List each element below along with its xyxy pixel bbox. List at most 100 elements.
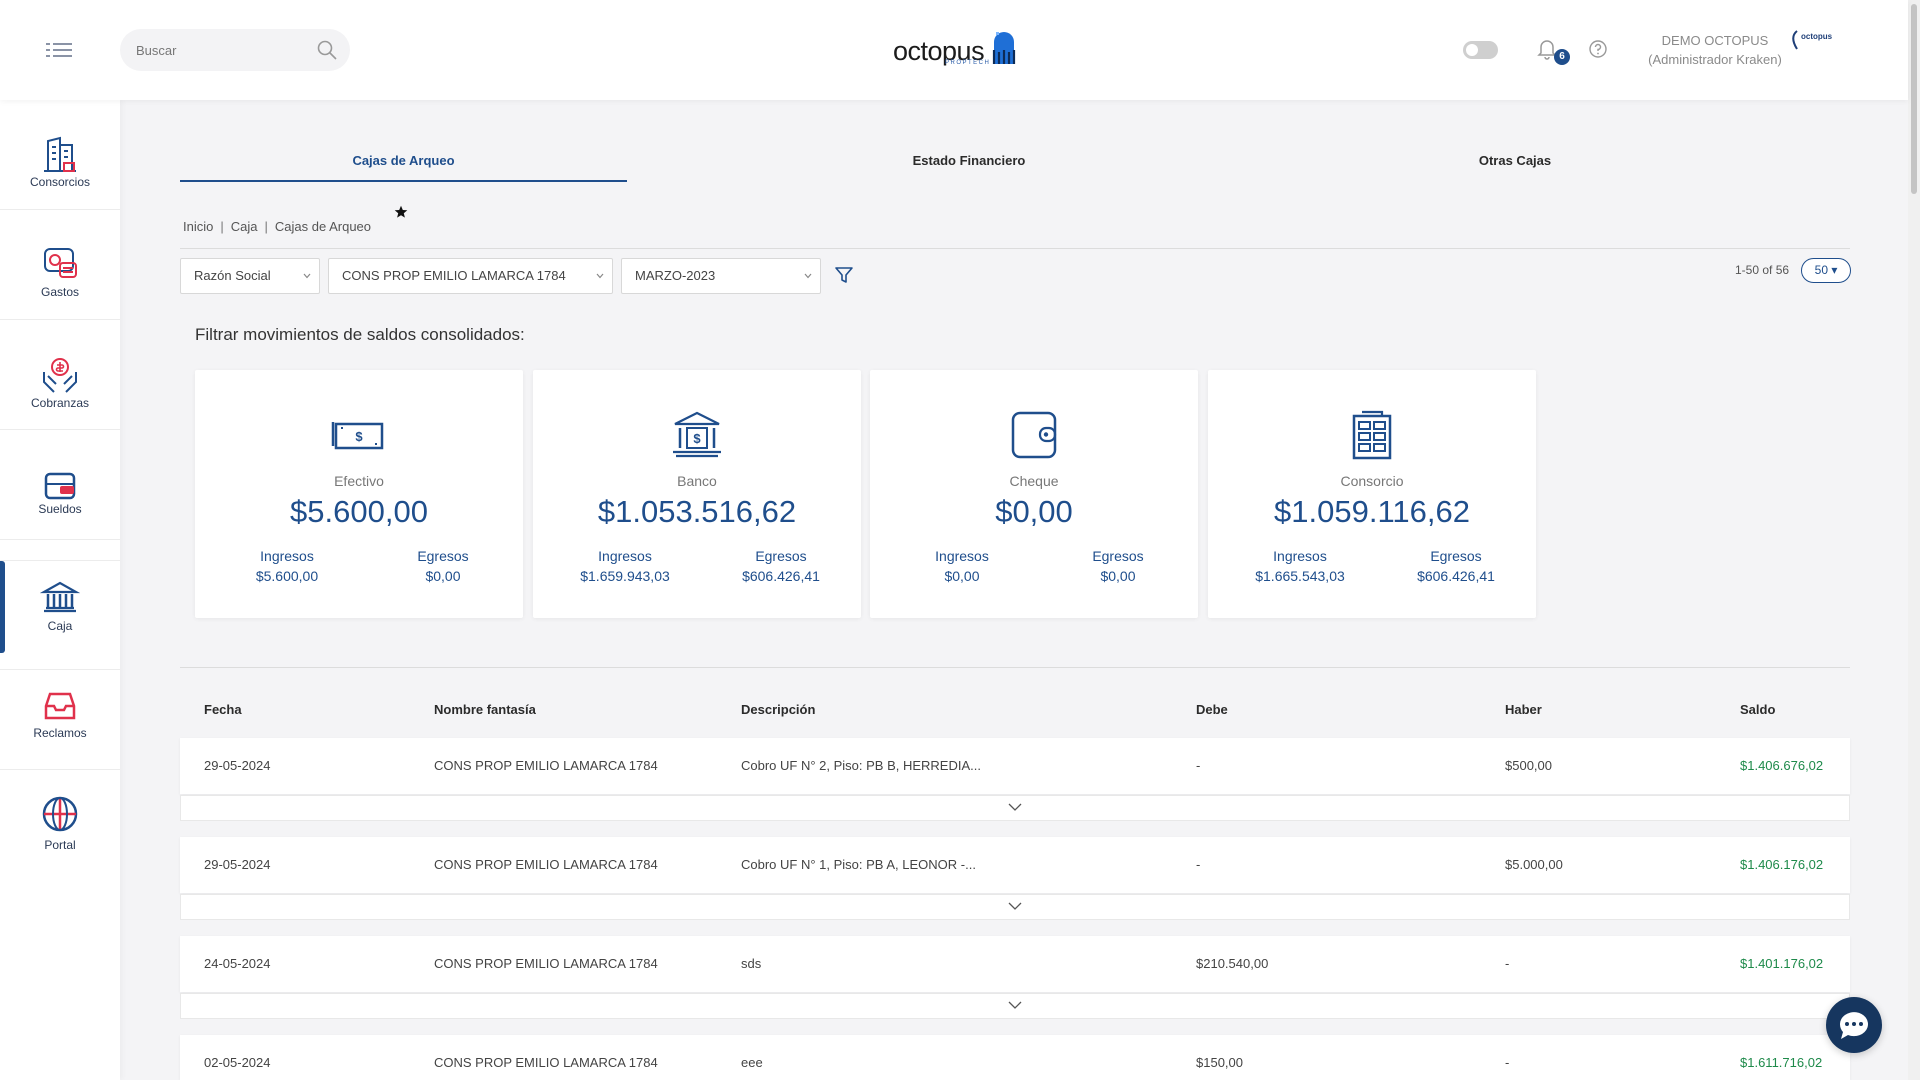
top-header: octopus PROPTECH 6 DEMO OCTOPUS (Adminis… (0, 0, 1908, 100)
sidebar-item-consorcios[interactable]: Consorcios (0, 100, 120, 210)
tab-bar: Cajas de Arqueo Estado Financiero Otras … (180, 142, 1850, 182)
notifications-button[interactable]: 6 (1537, 38, 1570, 65)
sidebar-item-gastos[interactable]: Gastos (0, 210, 120, 320)
user-name: DEMO OCTOPUS (1661, 33, 1769, 48)
card-egresos: Egresos $606.426,41 (711, 546, 851, 586)
tab-estado-financiero[interactable]: Estado Financiero (874, 142, 1064, 182)
periodo-value: MARZO-2023 (635, 268, 716, 283)
cell-descripcion: Cobro UF N° 1, Piso: PB A, LEONOR -... (741, 857, 976, 872)
razon-social-select[interactable]: Razón Social (180, 258, 320, 294)
sidebar-item-portal[interactable]: Portal (0, 770, 120, 880)
table-row[interactable]: 02-05-2024 CONS PROP EMILIO LAMARCA 1784… (180, 1035, 1850, 1080)
table-row[interactable]: 29-05-2024 CONS PROP EMILIO LAMARCA 1784… (180, 837, 1850, 893)
ingresos-value: $1.665.543,03 (1255, 568, 1345, 584)
sidebar-item-cobranzas[interactable]: Cobranzas (0, 320, 120, 430)
page-size-dropdown[interactable]: 50 ▾ (1801, 258, 1851, 283)
column-header-fecha[interactable]: Fecha (204, 690, 242, 730)
cell-saldo: $1.406.176,02 (1740, 857, 1824, 872)
column-header-nombre[interactable]: Nombre fantasía (434, 690, 536, 730)
card-banco[interactable]: $ Banco $1.053.516,62 Ingresos $1.659.943… (533, 370, 861, 618)
scrollbar-thumb[interactable] (1911, 4, 1917, 194)
consorcio-select[interactable]: CONS PROP EMILIO LAMARCA 1784 (328, 258, 613, 294)
sidebar-item-label: Caja (47, 619, 73, 633)
cell-descripcion: sds (741, 956, 762, 971)
building-icon (44, 136, 76, 172)
cheque-icon (1011, 411, 1057, 459)
user-info[interactable]: DEMO OCTOPUS (Administrador Kraken) (1640, 31, 1790, 69)
chevron-down-icon (1008, 803, 1022, 811)
card-cheque[interactable]: Cheque $0,00 Ingresos $0,00 Egresos $0,00 (870, 370, 1198, 618)
sidebar-item-caja[interactable]: Caja (0, 560, 120, 670)
cell-nombre: CONS PROP EMILIO LAMARCA 1784 (434, 956, 658, 971)
card-efectivo[interactable]: $ Efectivo $5.600,00 Ingresos $5.600,00 E… (195, 370, 523, 618)
cell-haber: $500,00 (1505, 758, 1552, 773)
notification-count-badge: 6 (1554, 49, 1570, 65)
column-header-saldo[interactable]: Saldo (1740, 690, 1775, 730)
globe-icon (42, 796, 78, 832)
page-scrollbar[interactable] (1908, 0, 1920, 1080)
cell-debe: - (1196, 857, 1201, 872)
cell-saldo: $1.611.716,02 (1740, 1055, 1823, 1070)
help-icon[interactable] (1588, 39, 1608, 59)
card-ingresos: Ingresos $1.665.543,03 (1230, 546, 1370, 586)
periodo-select[interactable]: MARZO-2023 (621, 258, 821, 294)
pagination-range: 1-50 of 56 (1735, 263, 1790, 277)
tab-otras-cajas[interactable]: Otras Cajas (1440, 142, 1590, 182)
column-header-haber[interactable]: Haber (1505, 690, 1542, 730)
row-expand-toggle[interactable] (180, 993, 1850, 1019)
row-expand-toggle[interactable] (180, 894, 1850, 920)
card-title: Banco (677, 473, 717, 489)
breadcrumb-inicio[interactable]: Inicio (183, 219, 213, 234)
breadcrumb-current: Cajas de Arqueo (274, 219, 372, 234)
chevron-down-icon (804, 273, 812, 279)
cell-fecha: 02-05-2024 (204, 1055, 271, 1070)
cell-haber: $5.000,00 (1505, 857, 1563, 872)
card-consorcio[interactable]: Consorcio $1.059.116,62 Ingresos $1.665.5… (1208, 370, 1536, 618)
card-amount: $1.059.116,62 (1274, 494, 1470, 529)
theme-toggle[interactable] (1463, 41, 1498, 59)
brand-subtitle: PROPTECH (945, 60, 991, 66)
row-expand-toggle[interactable] (180, 795, 1850, 821)
egresos-value: $0,00 (425, 568, 461, 584)
column-header-debe[interactable]: Debe (1196, 690, 1228, 730)
sidebar-item-label: Portal (44, 838, 76, 852)
cell-fecha: 29-05-2024 (204, 758, 271, 773)
consorcio-value: CONS PROP EMILIO LAMARCA 1784 (342, 268, 566, 283)
egresos-label: Egresos (1092, 548, 1144, 564)
inbox-icon (44, 692, 76, 720)
search-box (120, 29, 350, 71)
brand-logo[interactable]: octopus PROPTECH (893, 28, 1016, 66)
table-row[interactable]: 29-05-2024 CONS PROP EMILIO LAMARCA 1784… (180, 738, 1850, 794)
tab-cajas-de-arqueo[interactable]: Cajas de Arqueo (180, 142, 627, 182)
sidebar-item-sueldos[interactable]: Sueldos (0, 430, 120, 540)
egresos-value: $0,00 (1100, 568, 1136, 584)
breadcrumb-separator: | (220, 219, 224, 234)
filter-icon[interactable] (834, 265, 854, 285)
svg-text:$: $ (355, 429, 363, 444)
column-header-descripcion[interactable]: Descripción (741, 690, 815, 730)
ingresos-label: Ingresos (935, 548, 989, 564)
egresos-value: $606.426,41 (742, 568, 820, 584)
table-row[interactable]: 24-05-2024 CONS PROP EMILIO LAMARCA 1784… (180, 936, 1850, 992)
cell-nombre: CONS PROP EMILIO LAMARCA 1784 (434, 758, 658, 773)
card-amount: $5.600,00 (290, 494, 428, 529)
breadcrumb-caja[interactable]: Caja (231, 219, 258, 234)
favorite-star-icon[interactable] (394, 205, 408, 219)
cell-debe: $150,00 (1196, 1055, 1243, 1070)
search-icon[interactable] (316, 39, 338, 61)
menu-toggle-icon[interactable] (46, 40, 72, 60)
sidebar-item-reclamos[interactable]: Reclamos (0, 660, 120, 770)
ingresos-label: Ingresos (260, 548, 314, 564)
search-input[interactable] (136, 29, 306, 71)
cell-nombre: CONS PROP EMILIO LAMARCA 1784 (434, 857, 658, 872)
breadcrumb: Inicio | Caja | Cajas de Arqueo (183, 219, 371, 234)
chat-button[interactable] (1826, 997, 1882, 1053)
card-title: Consorcio (1340, 473, 1404, 489)
card-egresos: Egresos $606.426,41 (1386, 546, 1526, 586)
chevron-down-icon (1008, 1001, 1022, 1009)
cell-debe: - (1196, 758, 1201, 773)
cash-icon: $ (331, 422, 384, 450)
company-logo: octopus (1790, 29, 1832, 59)
cell-haber: - (1505, 1055, 1510, 1070)
ingresos-label: Ingresos (598, 548, 652, 564)
